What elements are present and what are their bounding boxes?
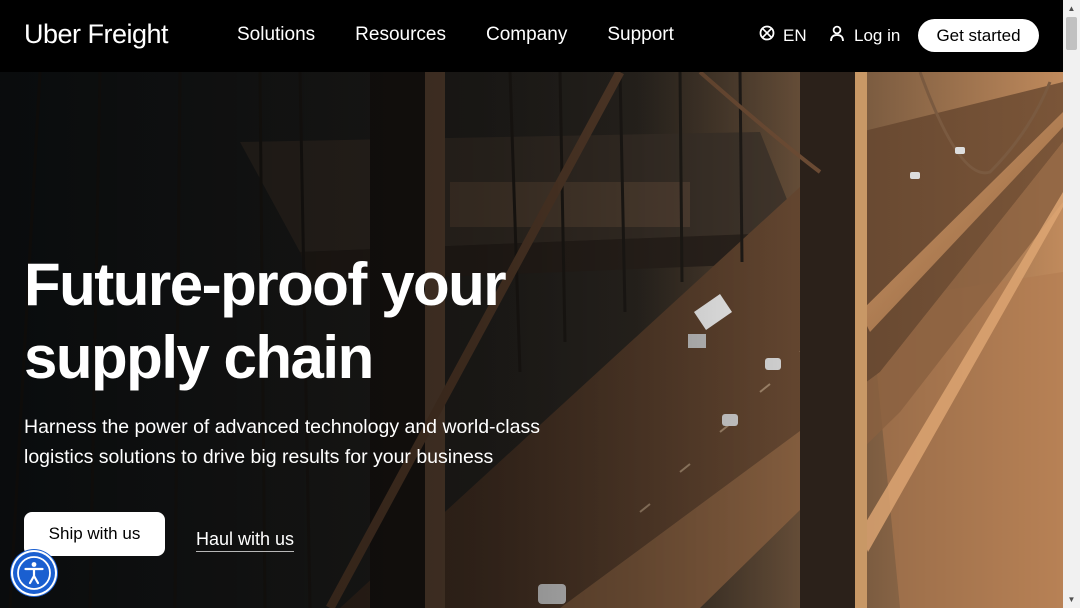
hero-section: Future-proof your supply chain Harness t… <box>0 72 1063 608</box>
language-selector[interactable]: EN <box>759 25 807 46</box>
hero-headline: Future-proof your supply chain <box>24 251 507 391</box>
page: Uber Freight Solutions Resources Company… <box>0 0 1080 608</box>
main-nav-links: Solutions Resources Company Support <box>237 22 674 48</box>
nav-item-resources[interactable]: Resources <box>355 22 446 48</box>
login-link[interactable]: Log in <box>829 25 900 47</box>
accessibility-button[interactable] <box>13 552 55 594</box>
login-label: Log in <box>854 26 901 45</box>
language-label: EN <box>783 25 807 45</box>
ship-with-us-button[interactable]: Ship with us <box>24 512 165 556</box>
accessibility-icon <box>13 556 55 598</box>
scroll-up-arrow-icon[interactable]: ▲ <box>1063 0 1080 17</box>
globe-icon <box>759 25 775 46</box>
person-icon <box>829 25 845 47</box>
haul-with-us-link[interactable]: Haul with us <box>196 527 295 552</box>
get-started-button[interactable]: Get started <box>918 19 1039 52</box>
uber-freight-logo[interactable]: Uber Freight <box>24 17 169 51</box>
nav-item-solutions[interactable]: Solutions <box>237 22 315 48</box>
top-nav: Uber Freight Solutions Resources Company… <box>0 0 1063 72</box>
scroll-down-arrow-icon[interactable]: ▼ <box>1063 591 1080 608</box>
hero-subhead: Harness the power of advanced technology… <box>24 416 540 468</box>
nav-item-company[interactable]: Company <box>486 22 567 48</box>
page-scrollbar[interactable]: ▲ ▼ <box>1063 0 1080 608</box>
scroll-thumb[interactable] <box>1066 17 1077 50</box>
nav-item-support[interactable]: Support <box>607 22 674 48</box>
